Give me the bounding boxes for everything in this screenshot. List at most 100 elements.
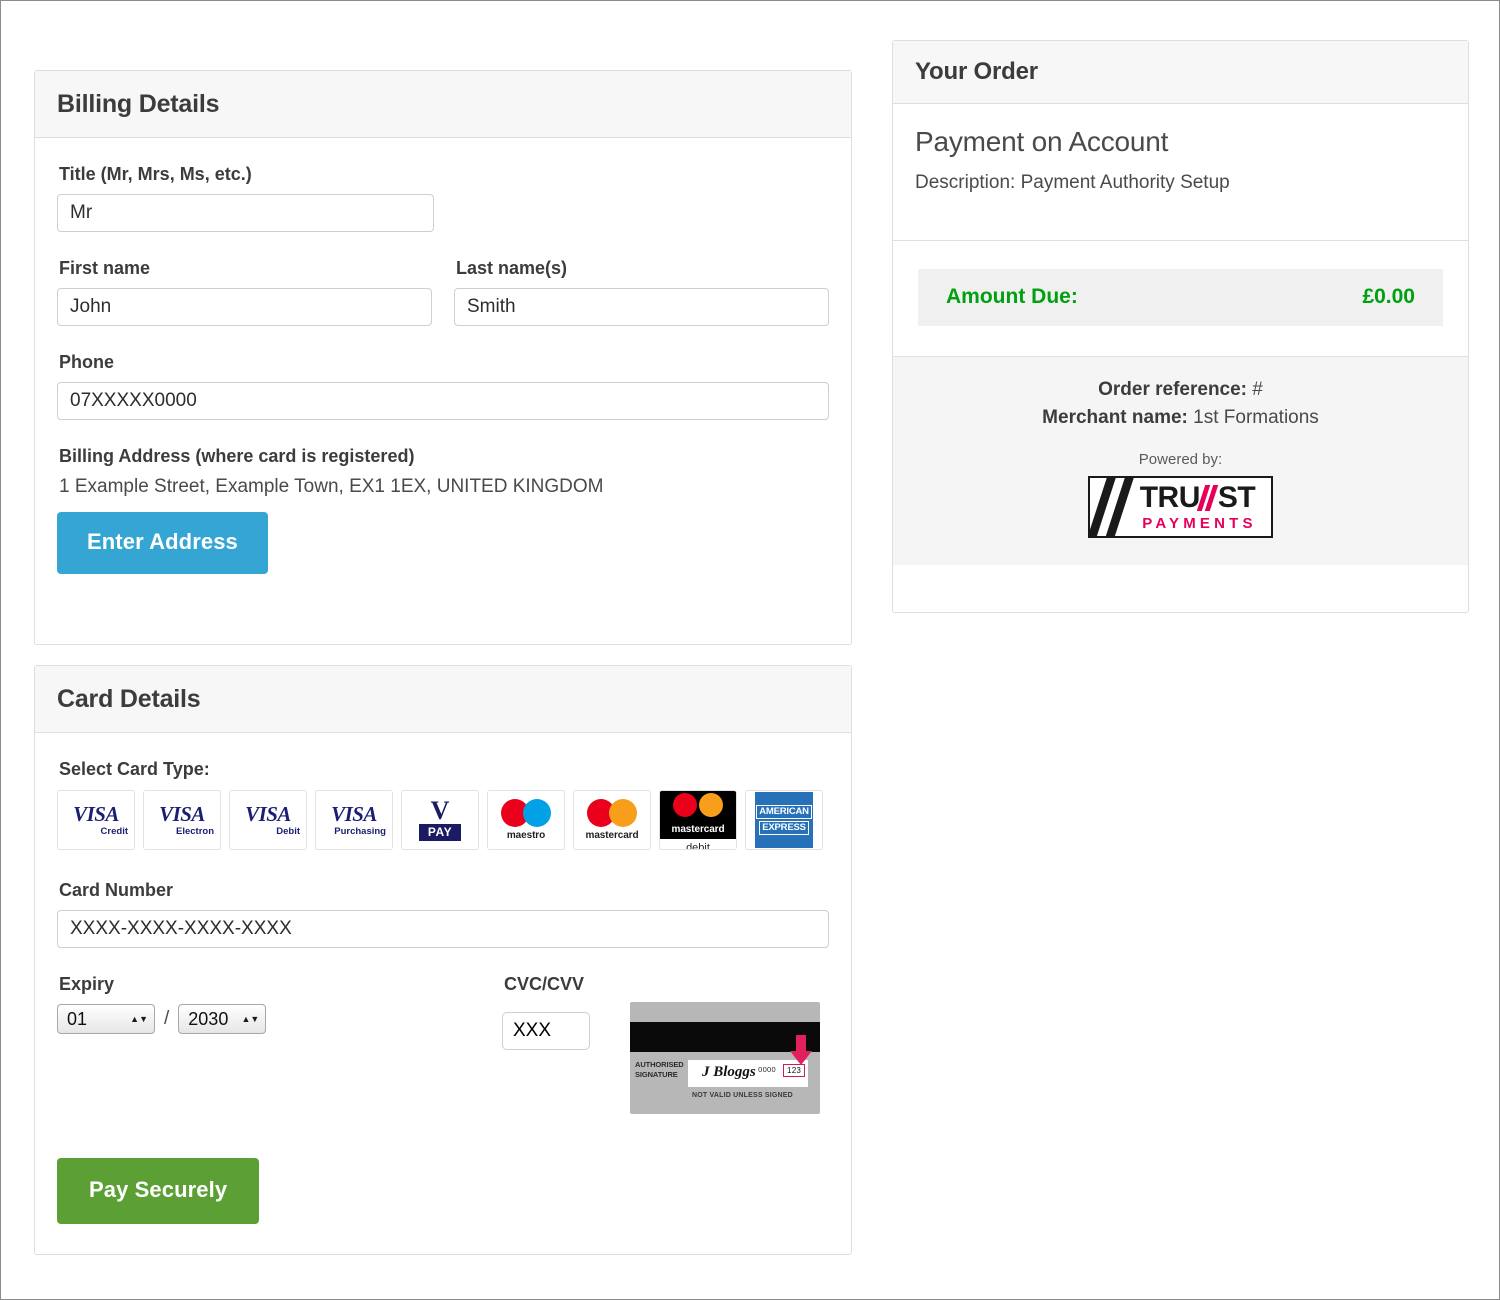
mastercard-wordmark: mastercard xyxy=(586,830,639,841)
vpay-pay-label: PAY xyxy=(419,824,461,841)
billing-details-title: Billing Details xyxy=(57,90,829,119)
logo-subtitle: PAYMENTS xyxy=(1142,516,1256,531)
cvc-input[interactable] xyxy=(502,1012,590,1050)
mastercard-debit-yellow-circle xyxy=(699,793,723,817)
expiry-cvc-row: Expiry 01 ▲▼ / 2030 xyxy=(57,974,829,1114)
mastercard-circles xyxy=(587,799,637,827)
card-number-group: Card Number xyxy=(57,880,829,948)
card-details-panel: Card Details Select Card Type: VISA Cred… xyxy=(34,665,852,1255)
logo-text: TRU ST PAYMENTS xyxy=(1134,478,1270,536)
card-type-maestro-icon[interactable]: maestro xyxy=(487,790,565,850)
billing-address-label: Billing Address (where card is registere… xyxy=(59,446,829,467)
amount-due-row: Amount Due: £0.00 xyxy=(918,269,1443,326)
visa-debit-sublabel: Debit xyxy=(276,827,300,837)
expiry-month-select[interactable]: 01 xyxy=(57,1004,155,1034)
first-name-input[interactable] xyxy=(57,288,432,326)
billing-address-value: 1 Example Street, Example Town, EX1 1EX,… xyxy=(59,476,829,498)
card-details-title: Card Details xyxy=(57,685,829,714)
visa-wordmark: VISA xyxy=(245,804,291,825)
expiry-separator: / xyxy=(164,1008,169,1030)
card-type-mastercard-icon[interactable]: mastercard xyxy=(573,790,651,850)
card-type-visa-purchasing-icon[interactable]: VISA Purchasing xyxy=(315,790,393,850)
checkout-page: Billing Details Title (Mr, Mrs, Ms, etc.… xyxy=(0,0,1500,1300)
merchant-name-line: Merchant name: 1st Formations xyxy=(893,407,1468,429)
expiry-selectors: 01 ▲▼ / 2030 ▲▼ xyxy=(57,1004,502,1034)
mastercard-debit-badge: mastercard xyxy=(660,790,736,839)
order-item-description: Description: Payment Authority Setup xyxy=(915,172,1468,194)
phone-input[interactable] xyxy=(57,382,829,420)
amex-line-1: AMERICAN xyxy=(756,805,812,819)
maestro-wordmark: maestro xyxy=(507,830,545,841)
cvc-label: CVC/CVV xyxy=(504,974,590,995)
amex-line-2: EXPRESS xyxy=(759,821,808,835)
title-input[interactable] xyxy=(57,194,434,232)
order-reference-line: Order reference: # xyxy=(893,379,1468,401)
expiry-label: Expiry xyxy=(59,974,502,995)
order-divider xyxy=(893,240,1468,241)
merchant-name-label: Merchant name: xyxy=(1042,407,1188,428)
last-name-input[interactable] xyxy=(454,288,829,326)
card-type-mastercard-debit-icon[interactable]: mastercard debit xyxy=(659,790,737,850)
card-type-list: VISA Credit VISA Electron VISA Debit VIS… xyxy=(57,790,829,850)
authorised-signature-label: AUTHORISED SIGNATURE xyxy=(635,1060,684,1080)
mastercard-debit-circles xyxy=(673,793,723,821)
down-arrow-icon xyxy=(790,1035,812,1065)
card-type-vpay-icon[interactable]: V PAY xyxy=(401,790,479,850)
expiry-month-holder: 01 ▲▼ xyxy=(57,1004,155,1034)
last-name-label: Last name(s) xyxy=(456,258,829,279)
card-details-body: Select Card Type: VISA Credit VISA Elect… xyxy=(35,733,851,1246)
your-order-header: Your Order xyxy=(893,41,1468,104)
mastercard-debit-wordmark: mastercard xyxy=(672,824,725,835)
billing-details-body: Title (Mr, Mrs, Ms, etc.) First name Las… xyxy=(35,138,851,596)
order-footer: Order reference: # Merchant name: 1st Fo… xyxy=(893,356,1468,565)
logo-word-end: ST xyxy=(1218,483,1255,513)
your-order-body: Payment on Account Description: Payment … xyxy=(893,104,1468,565)
billing-details-header: Billing Details xyxy=(35,71,851,138)
card-last-digits: 0000 xyxy=(758,1065,776,1074)
mastercard-yellow-circle xyxy=(609,799,637,827)
expiry-group: Expiry 01 ▲▼ / 2030 xyxy=(57,974,502,1114)
logo-pink-slashes-icon xyxy=(1201,485,1217,511)
not-valid-unless-signed-text: NOT VALID UNLESS SIGNED xyxy=(692,1092,793,1099)
phone-field-group: Phone xyxy=(57,352,829,420)
name-field-row: First name Last name(s) xyxy=(57,258,829,326)
card-details-header: Card Details xyxy=(35,666,851,733)
merchant-name-value: 1st Formations xyxy=(1193,407,1319,428)
expiry-year-holder: 2030 ▲▼ xyxy=(178,1004,266,1034)
your-order-panel: Your Order Payment on Account Descriptio… xyxy=(892,40,1469,613)
cvc-digits-highlight: 123 xyxy=(783,1064,805,1077)
pay-securely-button[interactable]: Pay Securely xyxy=(57,1158,259,1224)
logo-word-start: TRU xyxy=(1140,483,1200,513)
billing-details-panel: Billing Details Title (Mr, Mrs, Ms, etc.… xyxy=(34,70,852,645)
expiry-year-select[interactable]: 2030 xyxy=(178,1004,266,1034)
card-number-input[interactable] xyxy=(57,910,829,948)
mastercard-debit-sublabel: debit xyxy=(686,842,710,851)
first-name-label: First name xyxy=(59,258,432,279)
visa-credit-sublabel: Credit xyxy=(101,827,128,837)
maestro-blue-circle xyxy=(523,799,551,827)
signature-text: J Bloggs xyxy=(702,1064,756,1081)
trust-payments-logo: TRU ST PAYMENTS xyxy=(1088,476,1272,538)
card-type-visa-electron-icon[interactable]: VISA Electron xyxy=(143,790,221,850)
visa-purchasing-sublabel: Purchasing xyxy=(334,827,386,837)
your-order-title: Your Order xyxy=(915,58,1446,86)
enter-address-button[interactable]: Enter Address xyxy=(57,512,268,574)
select-card-type-label: Select Card Type: xyxy=(59,759,829,780)
visa-wordmark: VISA xyxy=(159,804,205,825)
logo-slashes-icon xyxy=(1090,478,1134,536)
cvc-group: CVC/CVV xyxy=(502,974,590,1114)
amex-badge: AMERICAN EXPRESS xyxy=(755,792,813,848)
authorised-line-1: AUTHORISED xyxy=(635,1060,684,1069)
billing-address-group: Billing Address (where card is registere… xyxy=(57,446,829,574)
authorised-line-2: SIGNATURE xyxy=(635,1070,678,1079)
visa-wordmark: VISA xyxy=(73,804,119,825)
card-type-visa-credit-icon[interactable]: VISA Credit xyxy=(57,790,135,850)
pay-button-area: Pay Securely xyxy=(57,1158,829,1224)
title-field-group: Title (Mr, Mrs, Ms, etc.) xyxy=(57,164,829,232)
card-type-visa-debit-icon[interactable]: VISA Debit xyxy=(229,790,307,850)
card-type-american-express-icon[interactable]: AMERICAN EXPRESS xyxy=(745,790,823,850)
powered-by-label: Powered by: xyxy=(893,451,1468,468)
visa-wordmark: VISA xyxy=(331,804,377,825)
visa-electron-sublabel: Electron xyxy=(176,827,214,837)
card-number-label: Card Number xyxy=(59,880,829,901)
